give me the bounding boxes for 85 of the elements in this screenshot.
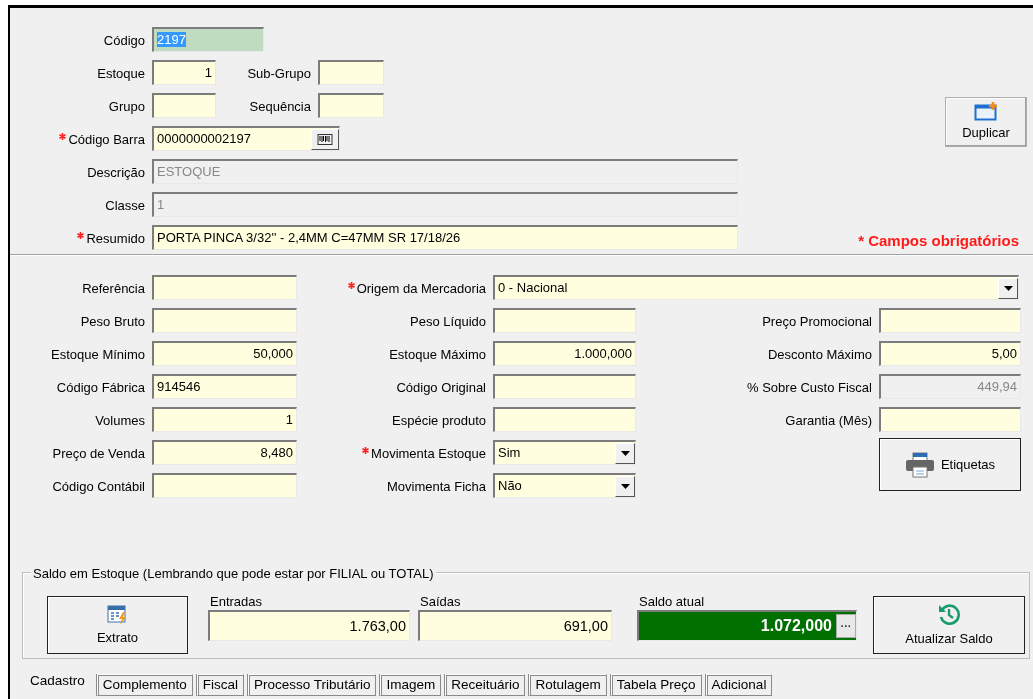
input-field[interactable] <box>318 60 384 85</box>
field-label: Origem da Mercadoria <box>356 280 486 299</box>
field-label: Sub-Grupo <box>247 65 311 84</box>
statement-button[interactable]: Extrato <box>47 596 188 654</box>
input-field[interactable] <box>493 308 636 333</box>
field-label: Desconto Máximo <box>767 346 872 365</box>
tab[interactable]: Imagem <box>380 674 442 696</box>
input-field[interactable] <box>152 275 297 300</box>
input-field[interactable] <box>493 374 636 399</box>
tab[interactable]: Processo Tributário <box>248 674 377 696</box>
caret-icon <box>620 483 630 489</box>
input-field[interactable] <box>879 407 1021 432</box>
barcode-icon <box>317 133 333 145</box>
calendar-icon <box>106 602 129 625</box>
dropdown-button[interactable] <box>615 475 635 497</box>
input-field[interactable]: 5,00 <box>879 341 1021 366</box>
field-label: Grupo <box>108 98 145 117</box>
input-field[interactable]: 1.763,00 <box>208 610 410 641</box>
input-field[interactable] <box>152 93 216 118</box>
caret-icon <box>1003 285 1013 291</box>
tab[interactable]: Adicional <box>705 674 773 696</box>
printer-icon <box>904 451 935 478</box>
input-field[interactable]: 914546 <box>152 374 297 399</box>
input-field[interactable]: 691,00 <box>418 610 612 641</box>
field-label: Estoque Máximo <box>389 346 486 365</box>
field-label: Código Contábil <box>52 478 145 497</box>
input-field[interactable]: 1 <box>152 60 216 85</box>
window-plus-icon <box>974 101 998 122</box>
tab[interactable]: Fiscal <box>196 674 245 696</box>
dropdown-button[interactable] <box>998 277 1018 299</box>
field-label: Preço Promocional <box>762 313 872 332</box>
field-label: Movimenta Ficha <box>387 478 486 497</box>
field-label: Espécie produto <box>392 412 486 431</box>
input-field: ESTOQUE <box>152 159 738 184</box>
field-label: Estoque <box>97 65 145 84</box>
input-field[interactable]: 50,000 <box>152 341 297 366</box>
duplicate-button[interactable]: Duplicar <box>945 97 1027 147</box>
input-field: 1 <box>152 192 738 217</box>
refresh-button[interactable]: Atualizar Saldo <box>873 596 1025 654</box>
field-label: Entradas <box>209 593 264 610</box>
field-label: Código <box>103 32 145 51</box>
field-label: Código Barra <box>68 131 145 150</box>
field-label: Descrição <box>87 164 145 183</box>
caret-icon <box>620 450 630 456</box>
input-field[interactable] <box>152 473 297 498</box>
input-field[interactable] <box>152 308 297 333</box>
dropdown[interactable]: Não <box>493 473 636 498</box>
input-field[interactable]: 8,480 <box>152 440 297 465</box>
input-field: 449,94 <box>879 374 1021 399</box>
field-label: Preço de Venda <box>52 445 145 464</box>
field-label: Resumido <box>86 230 145 249</box>
field-label: Peso Líquido <box>410 313 486 332</box>
labels-button[interactable]: Etiquetas <box>879 438 1021 491</box>
field-label: Sequência <box>249 98 311 117</box>
input-field[interactable] <box>318 93 384 118</box>
tab[interactable]: Complemento <box>96 674 193 696</box>
input-field[interactable] <box>493 407 636 432</box>
dropdown[interactable]: 0 - Nacional <box>493 275 1019 300</box>
field-label: Estoque Mínimo <box>51 346 145 365</box>
field-label: % Sobre Custo Fiscal <box>747 379 872 398</box>
input-field[interactable]: 1 <box>152 407 297 432</box>
input-field[interactable]: 1.000,000 <box>493 341 636 366</box>
field-label: Movimenta Estoque <box>371 445 486 464</box>
input-field[interactable]: 0000000002197 <box>152 126 340 151</box>
field-label: Peso Bruto <box>80 313 145 332</box>
input-field[interactable] <box>879 308 1021 333</box>
dropdown[interactable]: Sim <box>493 440 636 465</box>
dropdown-button[interactable] <box>615 442 635 464</box>
field-label: Volumes <box>95 412 145 431</box>
field-label: Código Fábrica <box>56 379 145 398</box>
field-label: Garantia (Mês) <box>785 412 872 431</box>
tab[interactable]: Tabela Preço <box>610 674 702 696</box>
field-label: Referência <box>82 280 145 299</box>
ellipsis-button[interactable]: ··· <box>836 614 856 638</box>
field-label: Saídas <box>419 593 462 610</box>
tab[interactable]: Rotulagem <box>529 674 607 696</box>
input-field[interactable]: 1.072,000 ··· <box>637 610 857 641</box>
history-icon <box>937 601 961 626</box>
field-label: Classe <box>105 197 145 216</box>
barcode-button[interactable] <box>311 128 339 150</box>
input-field[interactable]: PORTA PINCA 3/32'' - 2,4MM C=47MM SR 17/18/26 <box>152 225 738 250</box>
required-note: * Campos obrigatórios <box>858 230 1019 251</box>
field-label: Saldo atual <box>638 593 706 610</box>
field-label: Código Original <box>396 379 486 398</box>
tab[interactable]: Receituário <box>445 674 526 696</box>
